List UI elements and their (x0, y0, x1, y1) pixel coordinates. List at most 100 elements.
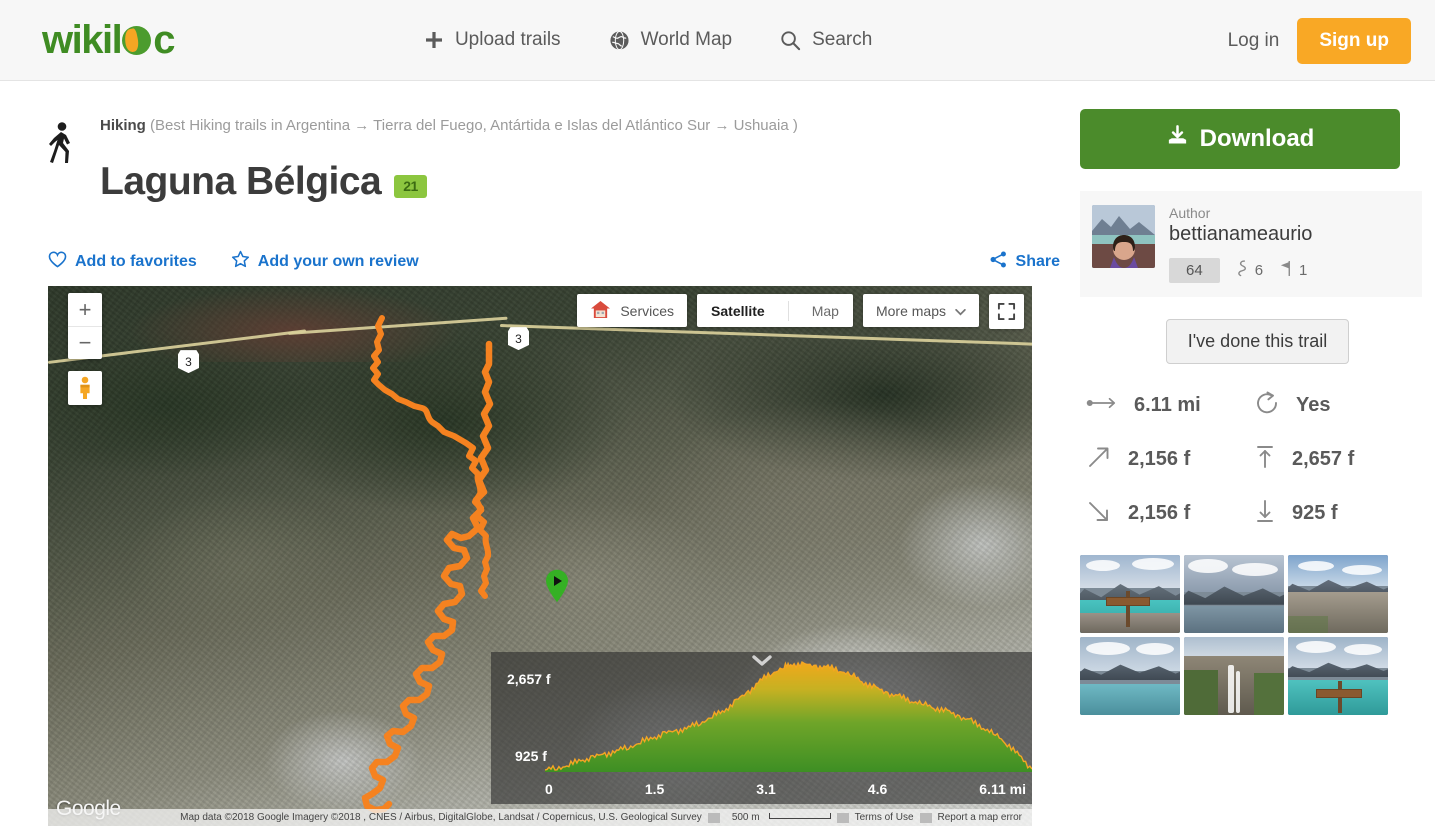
nav-search[interactable]: Search (780, 29, 872, 51)
stat-distance-value: 6.11 mi (1134, 393, 1201, 416)
zoom-in-button[interactable]: + (68, 293, 102, 326)
layer-map-option[interactable]: Map (798, 294, 853, 327)
download-label: Download (1199, 125, 1315, 152)
trail-icon (1236, 260, 1249, 281)
globe-icon (609, 30, 630, 51)
layer-divider (787, 300, 789, 321)
stat-ascent: 2,156 f (1086, 444, 1254, 475)
start-play-marker-icon[interactable] (545, 569, 568, 603)
map-attribution-bar: Map data ©2018 Google Imagery ©2018 , CN… (48, 809, 1032, 826)
elevation-min-label: 925 f (515, 748, 547, 765)
wikiloc-logo[interactable]: wikil c (42, 18, 175, 62)
map-controls: Services Satellite Map More maps (577, 294, 1024, 330)
trail-photo-thumbnail-2[interactable] (1184, 554, 1284, 633)
author-points-badge: 64 (1169, 257, 1220, 283)
distance-icon (1086, 394, 1118, 417)
stat-max-altitude-value: 2,657 f (1292, 447, 1355, 470)
x-tick-3: 4.6 (867, 781, 888, 798)
stat-max-altitude: 2,657 f (1254, 444, 1422, 475)
stat-descent: 2,156 f (1086, 498, 1254, 529)
layer-satellite-option[interactable]: Satellite (697, 294, 779, 327)
download-icon (1166, 124, 1189, 154)
descent-icon (1086, 498, 1112, 529)
author-trails-stat: 6 (1236, 260, 1263, 281)
main-navigation: Upload trails World Map Search (424, 29, 872, 51)
header-account-area: Log in Sign up (1228, 0, 1411, 81)
chevron-down-icon (955, 303, 966, 319)
x-tick-2: 3.1 (756, 781, 776, 798)
star-icon (231, 250, 250, 274)
logo-text-part-2: c (153, 18, 175, 62)
share-label: Share (1015, 253, 1060, 271)
map-scale: 500 m (720, 812, 837, 823)
map-attribution-text: Map data ©2018 Google Imagery ©2018 , CN… (180, 812, 702, 824)
trail-photo-thumbnail-5[interactable] (1184, 636, 1284, 715)
share-icon (989, 250, 1008, 274)
add-review-button[interactable]: Add your own review (231, 250, 419, 274)
leaf-icon (122, 25, 152, 55)
page-body: Hiking (Best Hiking trails in Argentina … (0, 81, 1435, 826)
scale-bar (768, 813, 831, 820)
heart-icon (48, 251, 67, 273)
photo-count-badge[interactable]: 21 (394, 175, 427, 199)
breadcrumb: Hiking (Best Hiking trails in Argentina … (100, 117, 798, 134)
map-layer-toggle: Satellite Map (697, 294, 853, 328)
login-link[interactable]: Log in (1228, 30, 1280, 52)
map-scale-label: 500 m (731, 812, 760, 824)
zoom-out-button[interactable]: − (68, 326, 102, 359)
trail-photo-thumbnail-1[interactable] (1080, 554, 1180, 633)
share-button[interactable]: Share (989, 250, 1060, 274)
elevation-profile-panel[interactable]: 2,657 f 925 f 0 1.5 3.1 4.6 6.11 mi (491, 652, 1032, 805)
add-review-label: Add your own review (257, 253, 419, 271)
attrib-divider-1 (707, 812, 720, 823)
add-to-favorites-button[interactable]: Add to favorites (48, 251, 197, 273)
more-maps-button[interactable]: More maps (862, 294, 979, 328)
download-button[interactable]: Download (1080, 109, 1400, 169)
author-card: Author bettianameaurio 64 6 1 (1080, 191, 1422, 297)
nav-search-label: Search (812, 29, 873, 50)
author-flags-stat: 1 (1279, 260, 1307, 281)
trail-photo-thumbnail-6[interactable] (1288, 636, 1388, 715)
trail-header: Hiking (Best Hiking trails in Argentina … (48, 117, 1060, 231)
author-flags-count: 1 (1299, 261, 1308, 279)
trail-name: Laguna Bélgica (100, 160, 382, 204)
x-tick-4: 6.11 mi (979, 781, 1026, 798)
ascent-icon (1086, 444, 1112, 475)
trail-photo-thumbnail-3[interactable] (1288, 554, 1388, 633)
breadcrumb-activity[interactable]: Hiking (100, 117, 146, 134)
trail-map[interactable]: 3 3 + − Services Satellite Map More maps… (48, 286, 1032, 826)
x-tick-1: 1.5 (644, 781, 665, 798)
trail-main-column: Hiking (Best Hiking trails in Argentina … (0, 81, 1060, 826)
stat-distance: 6.11 mi (1086, 390, 1254, 421)
terms-of-use-link[interactable]: Terms of Use (849, 812, 920, 823)
signup-button[interactable]: Sign up (1297, 17, 1411, 64)
hiker-icon (48, 121, 82, 170)
services-button[interactable]: Services (577, 294, 688, 328)
min-altitude-icon (1254, 498, 1276, 529)
stat-descent-value: 2,156 f (1128, 501, 1191, 524)
nav-world-map[interactable]: World Map (609, 29, 733, 51)
fullscreen-button[interactable] (989, 294, 1024, 330)
avatar[interactable] (1092, 205, 1155, 268)
street-view-pegman-icon[interactable] (68, 371, 102, 406)
stat-ascent-value: 2,156 f (1128, 447, 1191, 470)
author-name[interactable]: bettianameaurio (1169, 223, 1408, 246)
search-icon (780, 30, 801, 51)
logo-text-part-1: wikil (42, 18, 123, 62)
flag-icon (1279, 260, 1293, 281)
services-label: Services (620, 302, 675, 319)
author-stats: 64 6 1 (1169, 257, 1408, 283)
elevation-chart-area (545, 661, 1032, 773)
attrib-divider-3 (919, 812, 932, 823)
max-altitude-icon (1254, 444, 1276, 475)
trail-photo-thumbnail-4[interactable] (1080, 636, 1180, 715)
nav-upload-trails[interactable]: Upload trails (424, 29, 561, 51)
nav-world-map-label: World Map (640, 29, 733, 50)
trail-actions: Add to favorites Add your own review Sha… (48, 250, 1060, 274)
author-info: Author bettianameaurio 64 6 1 (1169, 205, 1408, 283)
site-header: wikil c Upload trails World Map Search L… (0, 0, 1435, 81)
done-this-trail-button[interactable]: I've done this trail (1165, 318, 1350, 364)
breadcrumb-path: (Best Hiking trails in Argentina → Tierr… (150, 117, 798, 134)
trail-stats: 6.11 mi Yes 2,156 f 2,657 f 2,156 f 925 … (1080, 390, 1422, 529)
report-map-error-link[interactable]: Report a map error (932, 812, 1028, 823)
